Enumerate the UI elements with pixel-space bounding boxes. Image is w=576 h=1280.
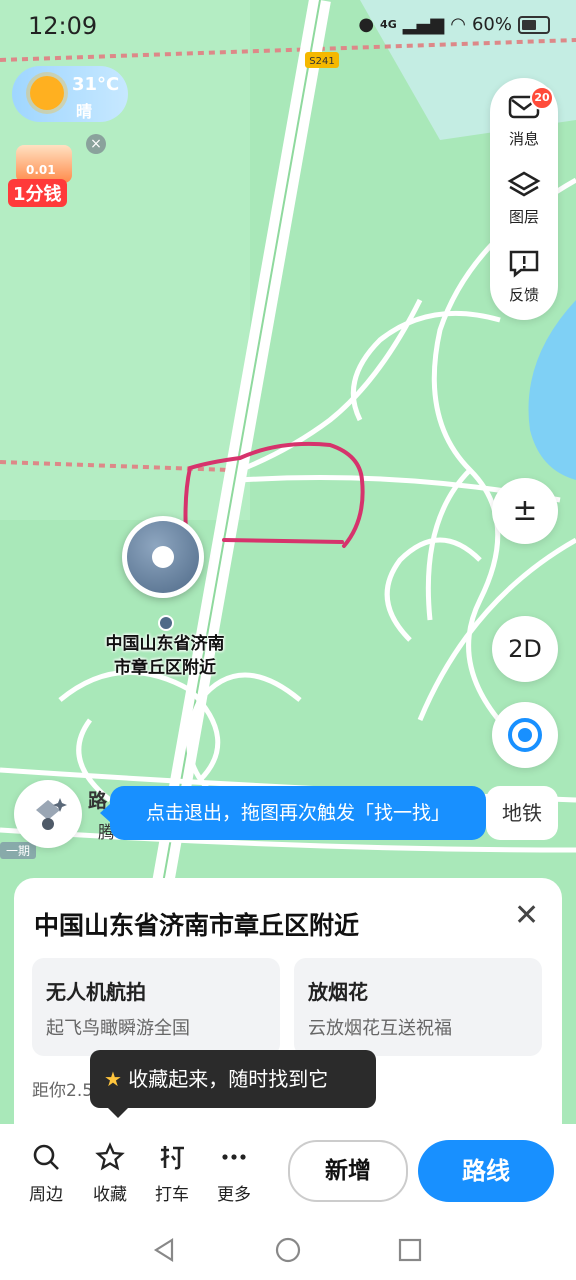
location-label-line2: 市章丘区附近 bbox=[114, 658, 216, 678]
promo-banner[interactable]: 0.01 1分钱 bbox=[8, 145, 82, 207]
feature-subtitle: 云放烟花互送祝福 bbox=[308, 1018, 452, 1039]
wifi-icon: ◠ bbox=[450, 14, 466, 35]
layers-icon bbox=[507, 171, 541, 197]
favorite-button[interactable]: 收藏 bbox=[80, 1142, 140, 1205]
more-icon bbox=[222, 1154, 246, 1160]
more-label: 更多 bbox=[217, 1185, 251, 1205]
promo-label: 1分钱 bbox=[8, 179, 67, 207]
location-label-line1: 中国山东省济南 bbox=[105, 634, 225, 654]
fireworks-card[interactable]: 放烟花 云放烟花互送祝福 bbox=[294, 958, 542, 1056]
feature-title: 放烟花 bbox=[308, 980, 368, 1004]
layers-button[interactable]: 图层 bbox=[490, 170, 558, 227]
layers-label: 图层 bbox=[508, 208, 539, 226]
nearby-button[interactable]: 周边 bbox=[16, 1142, 76, 1205]
location-label: 中国山东省济南 市章丘区附近 bbox=[90, 632, 240, 680]
find-toast[interactable]: 点击退出，拖图再次触发「找一找」 bbox=[100, 786, 486, 840]
pin-center bbox=[152, 546, 174, 568]
more-button[interactable]: 更多 bbox=[204, 1142, 264, 1205]
subway-button[interactable]: 地铁 bbox=[486, 786, 558, 840]
view-mode-button[interactable]: 2D bbox=[492, 616, 558, 682]
location-status-icon: ● bbox=[358, 14, 375, 35]
add-button[interactable]: 新增 bbox=[288, 1140, 408, 1202]
star-badge-icon: ★ bbox=[104, 1067, 122, 1091]
battery-label: 60% bbox=[471, 14, 512, 35]
find-button[interactable] bbox=[14, 780, 82, 848]
recents-icon[interactable] bbox=[394, 1234, 426, 1266]
promo-value: 0.01 bbox=[26, 163, 56, 177]
road-shield: S241 bbox=[309, 56, 334, 67]
zoom-button[interactable]: ± bbox=[492, 478, 558, 544]
drone-tour-card[interactable]: 无人机航拍 起飞鸟瞰瞬游全国 bbox=[32, 958, 280, 1056]
messages-badge: 20 bbox=[530, 86, 554, 110]
favorite-label: 收藏 bbox=[93, 1185, 127, 1205]
location-pin[interactable] bbox=[122, 516, 204, 598]
star-icon bbox=[95, 1142, 125, 1171]
weather-temperature: 31°C bbox=[72, 74, 120, 95]
map-toolbar: 消息 20 图层 反馈 bbox=[490, 78, 558, 320]
sparkle-icon bbox=[36, 798, 67, 830]
promo-close-button[interactable]: × bbox=[86, 134, 106, 154]
tooltip-text: 收藏起来，随时找到它 bbox=[128, 1067, 329, 1091]
signal-icon: ▂▄▆ bbox=[402, 14, 445, 35]
network-label: 4G bbox=[380, 18, 397, 31]
feature-title: 无人机航拍 bbox=[46, 980, 146, 1004]
nearby-label: 周边 bbox=[29, 1185, 63, 1205]
feedback-label: 反馈 bbox=[508, 286, 539, 304]
place-title: 中国山东省济南市章丘区附近 bbox=[34, 911, 360, 940]
feature-subtitle: 起飞鸟瞰瞬游全国 bbox=[46, 1018, 190, 1039]
taxi-label: 打车 bbox=[155, 1185, 189, 1205]
status-time: 12:09 bbox=[28, 12, 98, 40]
route-button[interactable]: 路线 bbox=[418, 1140, 554, 1202]
pin-tip bbox=[158, 615, 174, 631]
taxi-button[interactable]: 打车 bbox=[142, 1142, 202, 1205]
weather-widget[interactable]: 31°C 晴 bbox=[12, 66, 128, 122]
system-nav-bar bbox=[0, 1220, 576, 1280]
locate-button[interactable] bbox=[492, 702, 558, 768]
back-icon[interactable] bbox=[148, 1234, 180, 1266]
status-icons: ● 4G ▂▄▆ ◠ 60% bbox=[358, 14, 550, 35]
action-bar: 周边 收藏 打车 更多 新增 路线 bbox=[0, 1124, 576, 1220]
weather-condition: 晴 bbox=[76, 102, 93, 121]
favorite-tooltip: ★ 收藏起来，随时找到它 bbox=[90, 1050, 376, 1118]
search-icon bbox=[33, 1144, 59, 1170]
feedback-button[interactable]: 反馈 bbox=[490, 248, 558, 305]
home-icon[interactable] bbox=[272, 1234, 304, 1266]
pin-body bbox=[127, 521, 199, 593]
feedback-icon bbox=[509, 250, 539, 278]
sun-icon bbox=[30, 76, 64, 110]
taxi-icon bbox=[160, 1146, 184, 1170]
messages-label: 消息 bbox=[508, 130, 539, 148]
battery-icon bbox=[518, 15, 550, 34]
locate-icon bbox=[508, 718, 542, 752]
close-icon[interactable]: ✕ bbox=[514, 898, 539, 933]
